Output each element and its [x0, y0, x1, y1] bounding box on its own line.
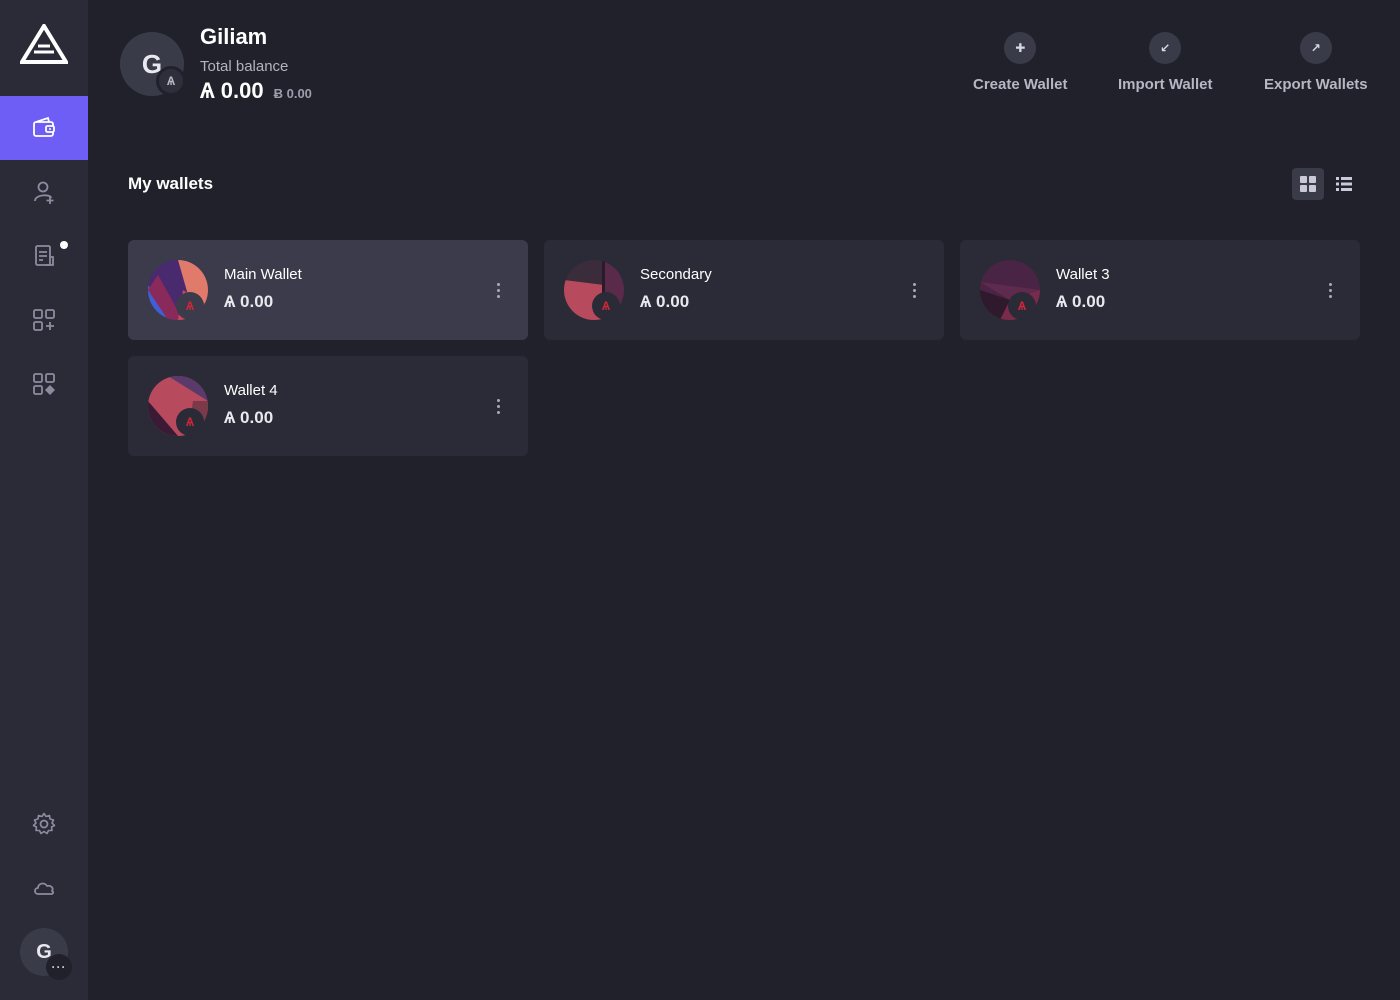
import-wallet-label: Import Wallet — [1118, 76, 1213, 93]
network-badge: Ѧ — [156, 66, 186, 96]
wallet-balance: Ѧ 0.00 — [224, 408, 274, 427]
sidebar-item-contacts[interactable] — [0, 160, 88, 224]
export-wallets-label: Export Wallets — [1264, 76, 1368, 93]
profile-name: Giliam — [200, 24, 268, 49]
wallet-card[interactable]: Ѧ Wallet 3 Ѧ 0.00 — [960, 240, 1360, 340]
app-root: G ··· G Ѧ Giliam Total balance Ѧ 0.00 Ƀ … — [0, 0, 1400, 1000]
network-badge: Ѧ — [176, 292, 204, 320]
export-icon: ↗ — [1299, 32, 1332, 64]
wallet-menu-icon[interactable] — [492, 394, 504, 418]
document-icon — [35, 245, 54, 266]
balance-alt-value: Ƀ 0.00 — [273, 86, 312, 101]
wallet-menu-icon[interactable] — [908, 278, 920, 302]
total-balance: Ѧ 0.00 Ƀ 0.00 — [200, 78, 312, 104]
sidebar-item-wallets[interactable] — [0, 96, 88, 160]
sidebar-item-plugins[interactable] — [0, 288, 88, 352]
gear-icon — [32, 812, 56, 835]
wallet-name: Main Wallet — [224, 266, 302, 283]
import-icon: ↙ — [1149, 32, 1182, 64]
wallet-menu-icon[interactable] — [1324, 278, 1336, 302]
wallet-card[interactable]: Ѧ Main Wallet Ѧ 0.00 — [128, 240, 528, 340]
sidebar-profile-avatar[interactable]: G ··· — [20, 928, 72, 980]
sidebar-item-announcements[interactable] — [0, 224, 88, 288]
network-badge: Ѧ — [592, 292, 620, 320]
ark-logo-icon[interactable] — [18, 22, 70, 64]
plus-icon: ✚ — [1004, 32, 1037, 64]
wallet-balance: Ѧ 0.00 — [1056, 292, 1106, 311]
export-wallets-button[interactable]: ↗ Export Wallets — [1264, 32, 1368, 93]
grid-view-button[interactable] — [1292, 168, 1324, 200]
network-badge: Ѧ — [1008, 292, 1036, 320]
create-wallet-label: Create Wallet — [973, 76, 1068, 93]
more-options-icon[interactable]: ··· — [46, 954, 72, 980]
wallet-icon — [33, 116, 55, 137]
import-wallet-button[interactable]: ↙ Import Wallet — [1118, 32, 1212, 93]
wallet-menu-icon[interactable] — [492, 278, 504, 302]
create-wallet-button[interactable]: ✚ Create Wallet — [973, 32, 1067, 93]
wallet-card[interactable]: Ѧ Secondary Ѧ 0.00 — [544, 240, 944, 340]
wallet-name: Secondary — [640, 266, 712, 283]
network-badge: Ѧ — [176, 408, 204, 436]
wallet-card[interactable]: Ѧ Wallet 4 Ѧ 0.00 — [128, 356, 528, 456]
sidebar-item-network[interactable] — [0, 856, 88, 920]
grid-icon — [1300, 176, 1316, 192]
wallet-balance: Ѧ 0.00 — [640, 292, 690, 311]
sidebar-item-plugin-manager[interactable] — [0, 352, 88, 416]
wallet-name: Wallet 4 — [224, 382, 278, 399]
view-toggle — [1292, 168, 1360, 200]
profile-avatar: G Ѧ — [120, 32, 186, 96]
list-icon — [1336, 177, 1352, 191]
balance-value: Ѧ 0.00 — [200, 78, 264, 103]
sidebar: G ··· — [0, 0, 88, 1000]
notification-dot — [60, 241, 68, 249]
add-contact-icon — [34, 181, 54, 204]
wallet-name: Wallet 3 — [1056, 266, 1110, 283]
add-plugin-icon — [33, 309, 55, 331]
wallet-balance: Ѧ 0.00 — [224, 292, 274, 311]
list-view-button[interactable] — [1328, 168, 1360, 200]
section-title: My wallets — [128, 174, 214, 193]
total-balance-label: Total balance — [200, 58, 289, 75]
sidebar-item-settings[interactable] — [0, 792, 88, 856]
cloud-icon — [34, 882, 54, 895]
apps-icon — [33, 373, 55, 395]
